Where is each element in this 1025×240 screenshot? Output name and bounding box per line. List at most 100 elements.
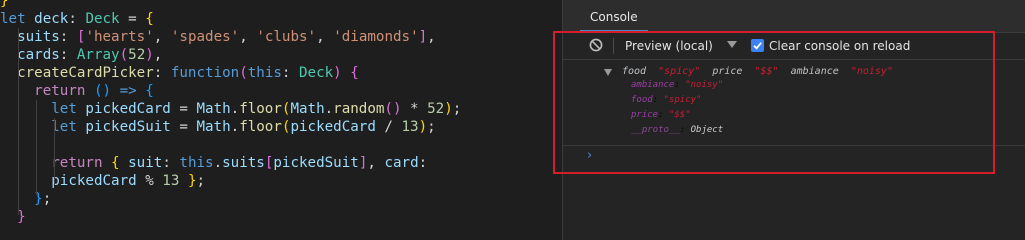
log-object-summary[interactable]: food "spicy" price "$$" ambiance "noisy" bbox=[622, 66, 893, 78]
code-token: ) bbox=[145, 47, 154, 63]
code-editor[interactable]: } let deck: Deck = { suits: ['hearts', 's… bbox=[0, 0, 562, 240]
clear-console-icon[interactable] bbox=[589, 38, 603, 52]
code-token: Array bbox=[76, 47, 120, 63]
code-token: "noisy" bbox=[844, 66, 893, 77]
code-token: ambiance bbox=[784, 66, 845, 77]
clear-on-reload-label[interactable]: Clear console on reload bbox=[769, 33, 910, 59]
code-token: suits bbox=[222, 155, 265, 171]
dropdown-caret-icon[interactable] bbox=[727, 41, 737, 48]
code-token: . bbox=[230, 119, 240, 135]
code-token: : bbox=[59, 47, 77, 63]
code-token: ambiance bbox=[631, 80, 675, 90]
code-token: = bbox=[170, 101, 197, 117]
clear-on-reload-checkbox[interactable] bbox=[751, 39, 764, 52]
code-token: return bbox=[34, 83, 86, 99]
log-property-row[interactable]: price: "$$" bbox=[631, 110, 691, 121]
code-token: ) bbox=[418, 119, 428, 135]
code-token: deck bbox=[34, 11, 69, 27]
code-token: () bbox=[93, 83, 112, 99]
code-token: pickedCard bbox=[85, 101, 171, 117]
code-token: , bbox=[153, 47, 163, 63]
expand-toggle-icon[interactable] bbox=[604, 69, 612, 76]
code-token: : bbox=[679, 125, 691, 135]
devtools-panel: Console Preview (local) Clear console on… bbox=[563, 0, 1025, 240]
code-token: pickedSuit bbox=[273, 155, 359, 171]
code-token: 'hearts' bbox=[85, 29, 154, 45]
code-token: ) bbox=[333, 65, 342, 81]
log-property-row[interactable]: food: "spicy" bbox=[631, 95, 701, 106]
code-token: Math bbox=[196, 101, 231, 117]
code-token: , bbox=[239, 29, 257, 45]
indent-guide bbox=[54, 118, 55, 185]
code-token: { bbox=[111, 155, 120, 171]
code-line[interactable]: createCardPicker: function(this: Deck) { bbox=[0, 64, 359, 82]
code-token: = bbox=[119, 11, 146, 27]
code-token: , bbox=[367, 155, 385, 171]
code-token: } bbox=[0, 0, 9, 9]
code-token: Math bbox=[196, 119, 231, 135]
code-token: : bbox=[674, 80, 686, 90]
check-icon bbox=[753, 42, 762, 50]
code-token: . bbox=[230, 101, 240, 117]
code-token: Math bbox=[290, 101, 325, 117]
code-token: random bbox=[333, 101, 385, 117]
code-line[interactable]: return { suit: this.suits[pickedSuit], c… bbox=[0, 154, 427, 172]
code-token: ( bbox=[119, 47, 129, 63]
code-token: 13 bbox=[162, 173, 180, 189]
code-token: floor bbox=[239, 101, 282, 117]
toolbar-separator bbox=[613, 38, 614, 54]
code-line[interactable]: } bbox=[0, 0, 9, 10]
code-line[interactable]: return () => { bbox=[0, 82, 154, 100]
code-line[interactable]: } bbox=[0, 208, 26, 226]
code-line[interactable]: suits: ['hearts', 'spades', 'clubs', 'di… bbox=[0, 28, 436, 46]
code-token: 'clubs' bbox=[256, 29, 317, 45]
console-prompt[interactable]: › bbox=[563, 145, 1025, 168]
indent-guide bbox=[18, 28, 19, 215]
code-token: card bbox=[384, 155, 419, 171]
code-token: 52 bbox=[128, 47, 146, 63]
code-token: Object bbox=[690, 125, 724, 135]
code-token: let bbox=[51, 119, 77, 135]
tab-console[interactable]: Console bbox=[580, 0, 648, 32]
code-token: pickedSuit bbox=[85, 119, 171, 135]
code-line[interactable]: let pickedCard = Math.floor(Math.random(… bbox=[0, 100, 461, 118]
code-token: ; bbox=[427, 119, 436, 135]
preview-select[interactable]: Preview (local) bbox=[625, 33, 713, 59]
code-line[interactable]: pickedCard % 13 }; bbox=[0, 172, 205, 190]
code-token: , bbox=[427, 29, 436, 45]
code-token: : bbox=[281, 65, 299, 81]
code-token: "$$" bbox=[748, 66, 785, 77]
code-token: function bbox=[170, 65, 240, 81]
code-token: food bbox=[622, 66, 653, 77]
log-property-row[interactable]: ambiance: "noisy" bbox=[631, 80, 723, 91]
code-line[interactable]: let deck: Deck = { bbox=[0, 10, 154, 28]
code-token: price bbox=[631, 110, 659, 120]
code-token: : bbox=[658, 110, 669, 120]
code-token: , bbox=[153, 29, 171, 45]
prompt-chevron-icon: › bbox=[587, 148, 593, 163]
code-token: * bbox=[401, 101, 428, 117]
code-token: . bbox=[324, 101, 334, 117]
code-token: Deck bbox=[299, 65, 334, 81]
code-token: cards bbox=[0, 47, 60, 63]
code-token: "spicy" bbox=[663, 95, 702, 105]
code-token: : bbox=[68, 11, 86, 27]
code-token: "$$" bbox=[668, 110, 691, 120]
code-line[interactable]: cards: Array(52), bbox=[0, 46, 162, 64]
code-token: 13 bbox=[401, 119, 419, 135]
log-property-row[interactable]: __proto__: Object bbox=[631, 125, 723, 136]
code-token: suit bbox=[128, 155, 163, 171]
code-token: food bbox=[631, 95, 653, 105]
code-token: "spicy" bbox=[652, 66, 707, 77]
code-token: this bbox=[247, 65, 282, 81]
code-token: . bbox=[213, 155, 223, 171]
code-line[interactable]: }; bbox=[0, 190, 51, 208]
code-token: ; bbox=[42, 191, 52, 207]
code-token: ; bbox=[196, 173, 206, 189]
code-line[interactable]: let pickedSuit = Math.floor(pickedCard /… bbox=[0, 118, 436, 136]
